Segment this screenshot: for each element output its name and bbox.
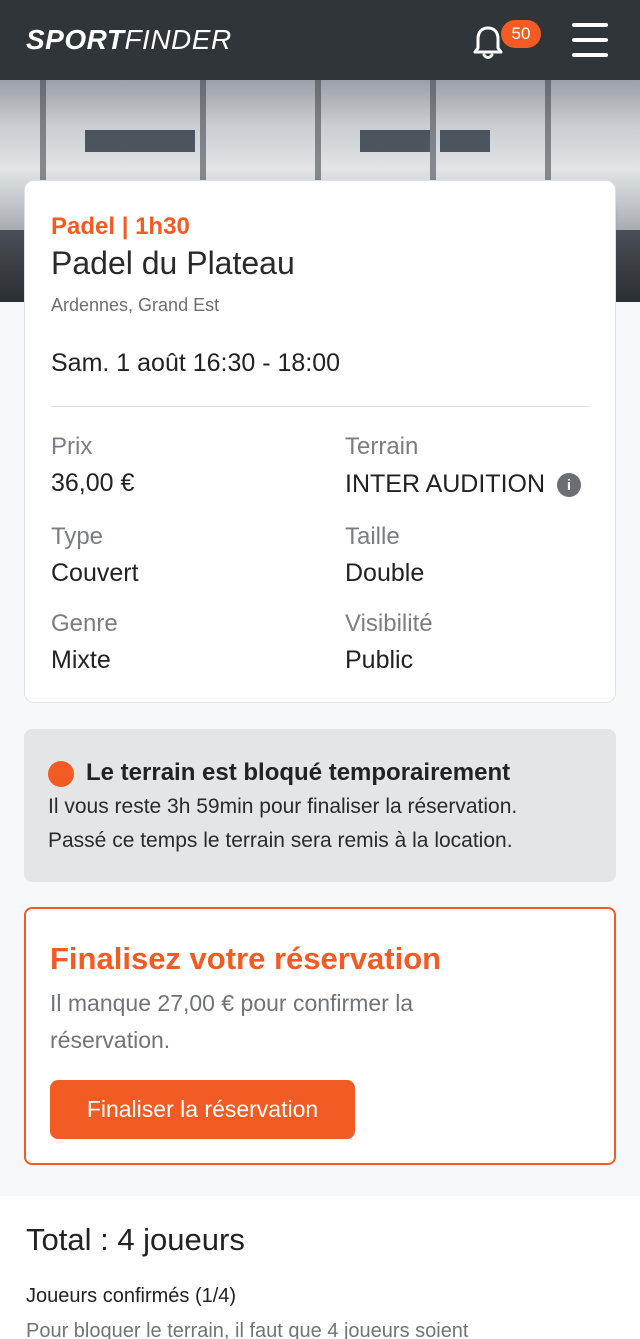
menu-line xyxy=(572,38,608,42)
notification-badge[interactable]: 50 xyxy=(501,20,541,48)
finalize-text: Il manque 27,00 € pour confirmer la rése… xyxy=(50,990,414,1053)
players-total: Total : 4 joueurs xyxy=(26,1222,245,1257)
finalize-title: Finalisez votre réservation xyxy=(50,941,442,976)
menu-line xyxy=(572,53,608,57)
photo-banner xyxy=(360,130,430,152)
sport-duration: Padel | 1h30 xyxy=(51,213,190,240)
visibility-value: Public xyxy=(345,646,414,674)
card-divider xyxy=(51,406,591,407)
type-label: Type xyxy=(51,523,104,550)
status-dot-icon xyxy=(48,761,74,787)
photo-banner xyxy=(440,130,490,152)
bell-icon[interactable] xyxy=(470,22,506,62)
booking-card: Padel | 1h30 Padel du Plateau Ardennes, … xyxy=(24,180,616,703)
alert-line-2: Passé ce temps le terrain sera remis à l… xyxy=(48,829,513,852)
alert-line-1: Il vous reste 3h 59min pour finaliser la… xyxy=(48,795,518,818)
booking-datetime: Sam. 1 août 16:30 - 18:00 xyxy=(51,349,341,377)
gender-value: Mixte xyxy=(51,646,111,674)
finalize-panel: Finalisez votre réservation Il manque 27… xyxy=(24,907,616,1165)
venue-region: Ardennes, Grand Est xyxy=(51,295,220,315)
top-bar: SPORTFINDER 50 xyxy=(0,0,640,80)
finalize-button[interactable]: Finaliser la réservation xyxy=(50,1080,355,1139)
confirmed-players-heading: Joueurs confirmés (1/4) xyxy=(26,1285,237,1307)
logo-sport: SPORT xyxy=(26,24,125,55)
visibility-label: Visibilité xyxy=(345,610,433,637)
logo-finder: FINDER xyxy=(124,24,232,55)
size-label: Taille xyxy=(345,523,400,550)
menu-icon[interactable] xyxy=(572,23,608,57)
menu-line xyxy=(572,23,608,27)
info-icon[interactable]: i xyxy=(557,473,581,497)
court-label: Terrain xyxy=(345,433,419,460)
gender-label: Genre xyxy=(51,610,118,637)
app-logo[interactable]: SPORTFINDER xyxy=(26,24,232,56)
players-section: Total : 4 joueurs Joueurs confirmés (1/4… xyxy=(0,1196,640,1339)
court-value: INTER AUDITION xyxy=(345,470,546,498)
price-value: 36,00 € xyxy=(51,469,135,497)
blocked-alert: Le terrain est bloqué temporairement Il … xyxy=(24,729,616,882)
size-value: Double xyxy=(345,559,425,587)
photo-banner xyxy=(85,130,195,152)
price-label: Prix xyxy=(51,433,93,460)
players-hint: Pour bloquer le terrain, il faut que 4 j… xyxy=(26,1320,469,1339)
type-value: Couvert xyxy=(51,559,139,587)
alert-title: Le terrain est bloqué temporairement xyxy=(86,759,511,786)
venue-title: Padel du Plateau xyxy=(51,245,295,281)
